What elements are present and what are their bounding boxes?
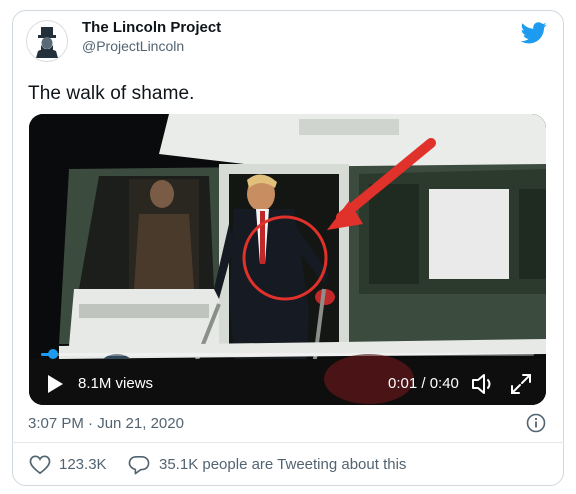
divider <box>12 442 564 443</box>
info-icon[interactable] <box>526 413 546 433</box>
video-player[interactable]: 8.1M views 0:01 / 0:40 <box>29 114 546 405</box>
tweet-timestamp[interactable]: 3:07 PM · Jun 21, 2020 <box>28 415 184 432</box>
play-icon[interactable] <box>45 374 65 394</box>
heart-icon[interactable] <box>29 455 51 475</box>
like-count[interactable]: 123.3K <box>59 456 107 473</box>
video-view-count: 8.1M views <box>78 375 154 392</box>
author-handle[interactable]: @ProjectLincoln <box>82 38 184 54</box>
avatar[interactable] <box>26 20 68 62</box>
tweet-text: The walk of shame. <box>28 83 195 104</box>
speech-bubble-icon[interactable] <box>128 455 150 475</box>
people-tweeting-link[interactable]: 35.1K people are Tweeting about this <box>159 456 406 473</box>
video-frame <box>29 114 546 405</box>
fullscreen-icon[interactable] <box>509 372 533 396</box>
volume-icon[interactable] <box>470 372 496 396</box>
lincoln-portrait-icon <box>33 27 61 58</box>
video-time: 0:01 / 0:40 <box>388 375 459 392</box>
video-progress-bar[interactable] <box>41 349 534 359</box>
author-display-name[interactable]: The Lincoln Project <box>82 19 221 36</box>
twitter-bird-icon[interactable] <box>521 22 547 44</box>
